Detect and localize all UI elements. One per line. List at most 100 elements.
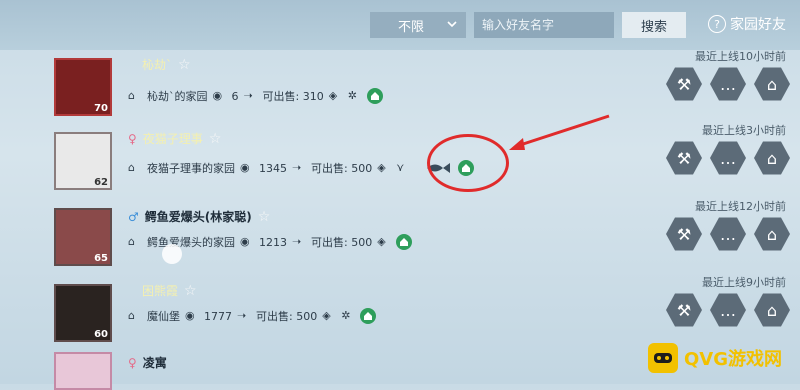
search-input[interactable] xyxy=(474,12,614,38)
friend-name: 夜猫子理事 xyxy=(142,132,203,146)
house-icon: ⌂ xyxy=(128,161,135,174)
sellable: 可出售: 500 xyxy=(311,162,373,175)
hammer-icon: ⚒ xyxy=(676,300,692,320)
chat-button[interactable]: … xyxy=(710,67,746,101)
fish-icon: ➝ xyxy=(243,89,253,102)
level-badge: 65 xyxy=(94,253,108,264)
watermark-text: QVG游戏网 xyxy=(684,349,783,370)
eye-icon: ◉ xyxy=(240,161,250,174)
chat-button[interactable]: … xyxy=(710,217,746,251)
fish-icon: ➝ xyxy=(237,309,247,322)
home-button[interactable]: ⌂ xyxy=(754,67,790,101)
last-online: 最近上线3小时前 xyxy=(702,124,786,137)
filter-label: 不限 xyxy=(398,19,425,35)
gamepad-icon xyxy=(648,343,678,373)
avatar[interactable]: 62 xyxy=(54,132,112,190)
help-title[interactable]: ? 家园好友 xyxy=(708,14,786,34)
level-badge: 70 xyxy=(94,103,108,114)
home-up-icon: ⌂ xyxy=(766,224,778,244)
eye-icon: ◉ xyxy=(185,309,195,322)
hammer-button[interactable]: ⚒ xyxy=(666,141,702,175)
filter-dropdown[interactable]: 不限 xyxy=(370,12,466,38)
home-up-icon: ⌂ xyxy=(766,148,778,168)
fish-icon: ➝ xyxy=(292,235,302,248)
chat-icon: … xyxy=(720,300,736,320)
friend-name: 困熊霞 xyxy=(142,284,179,298)
highlight-circle xyxy=(427,134,509,192)
search-button[interactable]: 搜索 xyxy=(622,12,686,38)
home-name: 魔仙堡 xyxy=(147,310,180,323)
home-up-icon: ⌂ xyxy=(766,300,778,320)
friend-row: 62 ♀ 夜猫子理事 ☆ ⌂ 夜猫子理事的家园 ◉ 1345 ➝ 可出售: 50… xyxy=(0,124,800,196)
visit-count: 6 xyxy=(231,89,239,103)
page-title: 家园好友 xyxy=(730,17,786,33)
home-name: 夜猫子理事的家园 xyxy=(147,162,235,175)
avatar[interactable]: 65 xyxy=(54,208,112,266)
home-name: 杺劫`的家园 xyxy=(147,90,208,103)
hammer-icon: ⚒ xyxy=(676,224,692,244)
sellable: 可出售: 500 xyxy=(311,236,373,249)
house-icon: ⌂ xyxy=(128,309,135,322)
friend-name: 杺劫` xyxy=(142,58,173,72)
star-icon[interactable]: ☆ xyxy=(178,57,191,73)
avatar[interactable] xyxy=(54,352,112,390)
hammer-icon: ⚒ xyxy=(676,74,692,94)
female-icon: ♀ xyxy=(128,131,137,146)
visit-count: 1345 xyxy=(259,161,287,175)
badge-icon: ◈ xyxy=(322,309,331,322)
friend-name: 凌寓 xyxy=(142,356,167,370)
eye-icon: ◉ xyxy=(212,89,223,102)
home-button[interactable]: ⌂ xyxy=(754,141,790,175)
house-icon: ⌂ xyxy=(128,235,135,248)
star-icon[interactable]: ☆ xyxy=(209,131,222,147)
grass-icon: ⋎ xyxy=(396,161,405,174)
last-online: 最近上线9小时前 xyxy=(702,276,786,289)
sellable: 可出售: 310 xyxy=(262,90,324,103)
level-badge: 62 xyxy=(94,177,108,188)
home-button[interactable]: ⌂ xyxy=(754,217,790,251)
eye-icon: ◉ xyxy=(240,235,250,248)
badge-icon: ◈ xyxy=(328,89,338,102)
male-icon: ♂ xyxy=(128,209,139,224)
visit-count: 1777 xyxy=(204,309,232,323)
badge-icon: ◈ xyxy=(377,235,386,248)
friend-row: 70 杺劫` ☆ ⌂ 杺劫`的家园 ◉ 6 ➝ 可出售: 310 ◈ ✲ 最近上… xyxy=(0,50,800,122)
last-online: 最近上线12小时前 xyxy=(695,200,786,213)
chat-icon: … xyxy=(720,74,736,94)
hammer-icon: ⚒ xyxy=(676,148,692,168)
badge-icon: ◈ xyxy=(377,161,386,174)
visit-home-icon[interactable] xyxy=(360,308,377,324)
visit-home-icon[interactable] xyxy=(396,234,413,250)
visit-count: 1213 xyxy=(259,235,287,249)
avatar[interactable]: 60 xyxy=(54,284,112,342)
chevron-down-icon xyxy=(447,21,457,28)
hammer-button[interactable]: ⚒ xyxy=(666,67,702,101)
friend-row: 65 ♂ 鳄鱼爱爆头(林家聪) ☆ ⌂ 鳄鱼爱爆头的家园 ◉ 1213 ➝ 可出… xyxy=(0,200,800,272)
sellable: 可出售: 500 xyxy=(256,310,318,323)
flower-icon: ✲ xyxy=(347,89,357,102)
star-icon[interactable]: ☆ xyxy=(258,209,271,225)
home-button[interactable]: ⌂ xyxy=(754,293,790,327)
hammer-button[interactable]: ⚒ xyxy=(666,293,702,327)
help-icon: ? xyxy=(708,15,726,33)
hammer-button[interactable]: ⚒ xyxy=(666,217,702,251)
fish-icon: ➝ xyxy=(292,161,302,174)
watermark: QVG游戏网 xyxy=(648,336,798,380)
chat-icon: … xyxy=(720,224,736,244)
house-icon: ⌂ xyxy=(128,89,135,102)
chat-icon: … xyxy=(720,148,736,168)
home-name: 鳄鱼爱爆头的家园 xyxy=(147,236,235,249)
touch-indicator xyxy=(162,244,182,264)
chat-button[interactable]: … xyxy=(710,293,746,327)
friend-name: 鳄鱼爱爆头(林家聪) xyxy=(144,210,252,224)
visit-home-icon[interactable] xyxy=(366,88,383,104)
star-icon[interactable]: ☆ xyxy=(184,283,197,299)
female-icon: ♀ xyxy=(128,355,137,370)
flower-icon: ✲ xyxy=(341,309,351,322)
red-arrow xyxy=(509,114,610,150)
chat-button[interactable]: … xyxy=(710,141,746,175)
last-online: 最近上线10小时前 xyxy=(695,50,786,63)
home-up-icon: ⌂ xyxy=(766,74,778,94)
avatar[interactable]: 70 xyxy=(54,58,112,116)
level-badge: 60 xyxy=(94,329,108,340)
